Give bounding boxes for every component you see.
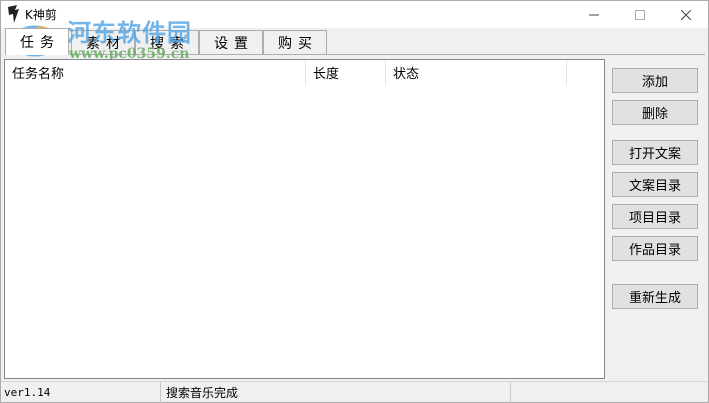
minimize-icon	[589, 14, 599, 15]
tab-purchase[interactable]: 购买	[263, 30, 327, 54]
column-header-status[interactable]: 状态	[386, 60, 567, 85]
tab-label: 任务	[20, 35, 60, 51]
status-version: ver1.14	[1, 382, 161, 403]
column-header-task-name[interactable]: 任务名称	[5, 60, 306, 85]
open-copy-button[interactable]: 打开文案	[612, 140, 698, 165]
task-list-header: 任务名称 长度 状态	[5, 60, 604, 85]
column-header-length[interactable]: 长度	[306, 60, 386, 85]
tab-label: 购买	[278, 35, 318, 52]
copy-directory-button[interactable]: 文案目录	[612, 172, 698, 197]
maximize-icon	[635, 9, 645, 20]
status-message: 搜索音乐完成	[163, 382, 511, 403]
works-directory-button[interactable]: 作品目录	[612, 236, 698, 261]
status-bar: ver1.14 搜索音乐完成	[1, 381, 708, 403]
minimize-button[interactable]	[571, 1, 617, 28]
tab-settings[interactable]: 设置	[199, 30, 263, 54]
close-button[interactable]	[663, 1, 709, 28]
regenerate-button[interactable]: 重新生成	[612, 284, 698, 309]
project-directory-button[interactable]: 项目目录	[612, 204, 698, 229]
app-window: K神剪 任务 素材 搜索 设置 购买 河东软件园 www.pc0359.cn 任…	[0, 0, 709, 403]
delete-button[interactable]: 删除	[612, 100, 698, 125]
tab-tasks[interactable]: 任务	[5, 28, 69, 55]
maximize-button[interactable]	[617, 1, 663, 28]
status-extra	[513, 382, 708, 403]
add-button[interactable]: 添加	[612, 68, 698, 93]
task-list[interactable]: 任务名称 长度 状态	[4, 59, 605, 379]
watermark-title: 河东软件园	[67, 18, 192, 47]
tab-label: 设置	[214, 35, 254, 52]
close-icon	[681, 9, 691, 20]
